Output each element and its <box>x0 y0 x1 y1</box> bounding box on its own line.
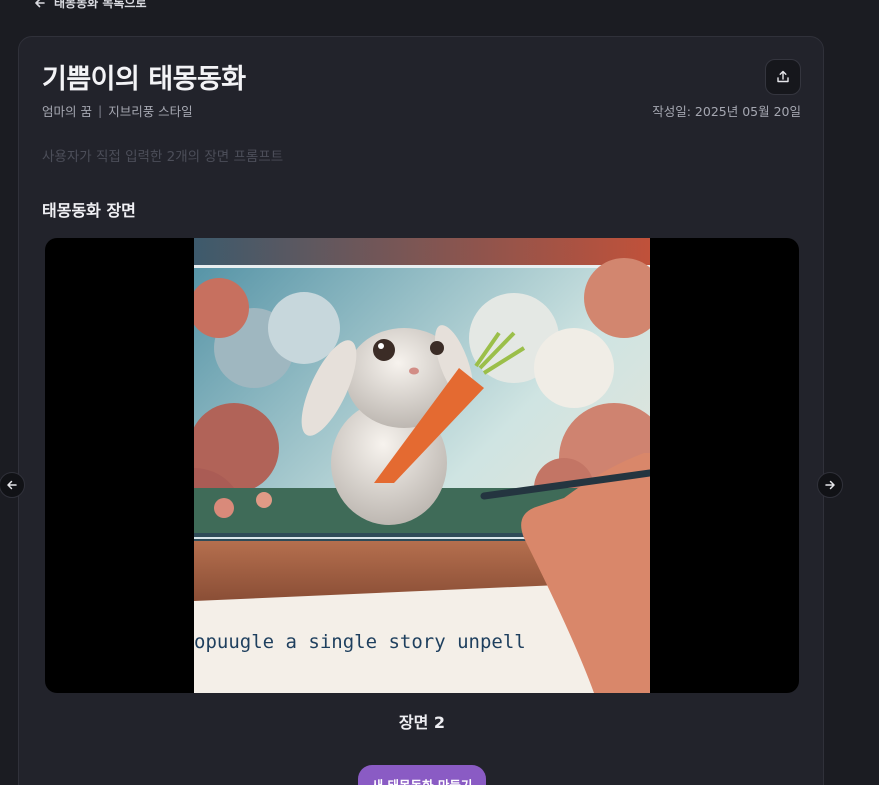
back-to-list-link[interactable]: 태몽동화 목록으로 <box>34 0 147 11</box>
meta-separator: | <box>97 103 103 118</box>
share-button[interactable] <box>765 59 801 95</box>
arrow-left-icon <box>35 0 45 7</box>
scene-caption: 장면 2 <box>398 713 446 732</box>
scenes-section-title: 태몽동화 장면 <box>42 201 136 220</box>
prompt-note: 사용자가 직접 입력한 2개의 장면 프롬프트 <box>42 149 284 165</box>
next-scene-button[interactable] <box>817 472 843 498</box>
scene-image: opuugle a single story unpell <box>194 238 650 693</box>
arrow-left-icon <box>7 480 17 490</box>
dreamer-label: 엄마의 꿈 <box>42 104 92 119</box>
previous-scene-button[interactable] <box>0 472 25 498</box>
arrow-right-icon <box>825 480 835 490</box>
svg-text:opuugle a single story unpel: opuugle a single story unpell <box>194 631 526 653</box>
style-label: 지브리풍 스타일 <box>108 104 193 119</box>
new-story-button[interactable]: 새 태몽동화 만들기 <box>358 765 486 785</box>
page: 태몽동화 목록으로 기쁨이의 태몽동화 엄마의 꿈 | 지브리풍 스타일 작성일… <box>0 0 879 785</box>
scene-viewer: opuugle a single story unpell <box>45 238 799 693</box>
story-meta: 엄마의 꿈 | 지브리풍 스타일 <box>42 101 193 120</box>
back-link-label: 태몽동화 목록으로 <box>54 0 147 10</box>
created-date: 작성일: 2025년 05월 20일 <box>652 104 801 119</box>
story-title: 기쁨이의 태몽동화 <box>42 64 246 95</box>
story-card: 기쁨이의 태몽동화 엄마의 꿈 | 지브리풍 스타일 작성일: 2025년 05… <box>18 36 824 785</box>
share-icon <box>777 70 789 83</box>
